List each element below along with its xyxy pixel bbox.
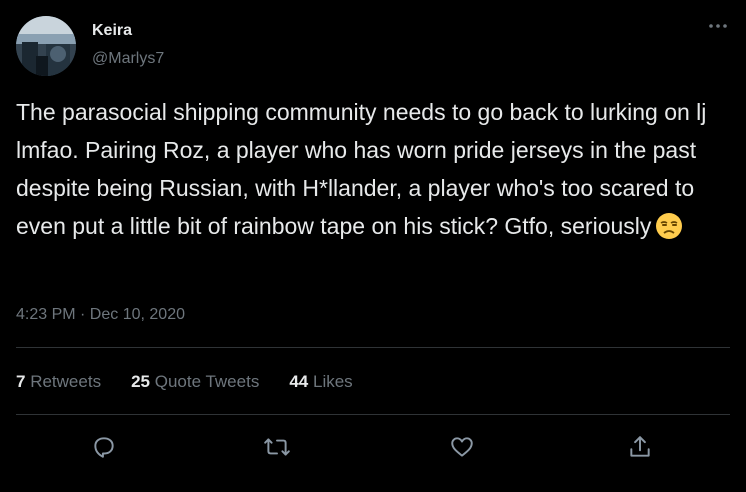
tweet-text: The parasocial shipping community needs …	[16, 93, 730, 251]
tweet-text-content: The parasocial shipping community needs …	[16, 99, 707, 239]
tweet-stats: 7 Retweets 25 Quote Tweets 44 Likes	[16, 372, 353, 392]
quote-tweets-stat[interactable]: 25 Quote Tweets	[131, 372, 259, 392]
display-name[interactable]: Keira	[92, 22, 132, 40]
retweet-icon[interactable]	[261, 431, 293, 463]
more-options-icon[interactable]	[706, 14, 730, 38]
tweet-card: Keira @Marlys7 The parasocial shipping c…	[0, 0, 746, 492]
likes-count: 44	[289, 372, 309, 391]
avatar[interactable]	[16, 16, 76, 76]
divider	[16, 347, 730, 348]
quote-tweets-count: 25	[131, 372, 150, 391]
avatar-image	[16, 16, 76, 76]
tweet-timestamp[interactable]: 4:23 PM · Dec 10, 2020	[16, 306, 185, 324]
quote-tweets-label: Quote Tweets	[154, 372, 260, 391]
user-handle[interactable]: @Marlys7	[92, 50, 164, 68]
retweets-label: Retweets	[30, 372, 102, 391]
divider	[16, 414, 730, 415]
action-bar	[0, 425, 746, 469]
like-icon[interactable]	[446, 431, 478, 463]
likes-stat[interactable]: 44 Likes	[289, 372, 352, 392]
likes-label: Likes	[312, 372, 353, 391]
reply-icon[interactable]	[88, 431, 120, 463]
share-icon[interactable]	[624, 431, 656, 463]
unamused-face-icon	[655, 212, 683, 251]
retweets-count: 7	[16, 372, 26, 391]
retweets-stat[interactable]: 7 Retweets	[16, 372, 101, 392]
